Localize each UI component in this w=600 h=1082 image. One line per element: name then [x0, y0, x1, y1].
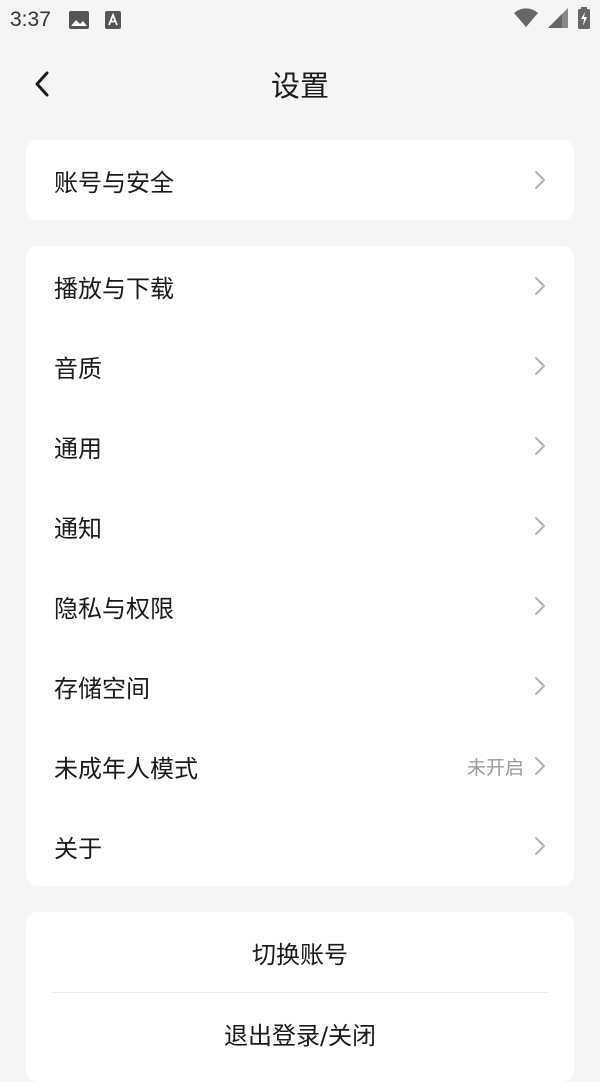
- text-a-icon: [104, 11, 121, 29]
- app-header: 设置: [0, 52, 600, 116]
- settings-card: 播放与下载 音质 通用 通知 隐私与权限 存储空间 未成年人模式 未开启 关于: [26, 246, 574, 886]
- battery-charging-icon: [578, 7, 590, 33]
- settings-item-playback-download[interactable]: 播放与下载: [26, 246, 574, 326]
- settings-item-privacy-permissions[interactable]: 隐私与权限: [26, 566, 574, 646]
- status-time: 3:37: [10, 8, 51, 31]
- wifi-icon: [514, 8, 538, 32]
- signal-icon: [548, 8, 568, 32]
- back-arrow-icon[interactable]: [24, 66, 60, 102]
- chevron-right-icon: [532, 274, 548, 298]
- settings-item-general[interactable]: 通用: [26, 406, 574, 486]
- settings-item-label: 账号与安全: [54, 168, 174, 197]
- settings-item-minor-mode[interactable]: 未成年人模式 未开启: [26, 726, 574, 806]
- chevron-right-icon: [532, 754, 548, 778]
- chevron-right-icon: [532, 168, 548, 192]
- status-bar: 3:37: [0, 0, 600, 40]
- chevron-right-icon: [532, 594, 548, 618]
- settings-item-label: 存储空间: [54, 674, 150, 703]
- settings-item-audio-quality[interactable]: 音质: [26, 326, 574, 406]
- chevron-right-icon: [532, 834, 548, 858]
- chevron-right-icon: [532, 514, 548, 538]
- settings-item-label: 关于: [54, 834, 102, 863]
- logout-button[interactable]: 退出登录/关闭: [26, 993, 574, 1073]
- settings-item-label: 隐私与权限: [54, 594, 174, 623]
- account-card: 账号与安全: [26, 140, 574, 220]
- switch-account-button[interactable]: 切换账号: [26, 912, 574, 992]
- minor-mode-status: 未开启: [466, 756, 524, 779]
- settings-item-storage[interactable]: 存储空间: [26, 646, 574, 726]
- account-actions-card: 切换账号 退出登录/关闭: [26, 912, 574, 1082]
- settings-item-label: 音质: [54, 354, 102, 383]
- settings-item-label: 通用: [54, 434, 102, 463]
- image-icon: [68, 11, 89, 29]
- page-title: 设置: [270, 69, 329, 103]
- settings-item-notifications[interactable]: 通知: [26, 486, 574, 566]
- chevron-right-icon: [532, 354, 548, 378]
- chevron-right-icon: [532, 674, 548, 698]
- chevron-right-icon: [532, 434, 548, 458]
- settings-item-label: 播放与下载: [54, 274, 174, 303]
- settings-item-account-security[interactable]: 账号与安全: [26, 140, 574, 220]
- settings-item-about[interactable]: 关于: [26, 806, 574, 886]
- settings-item-label: 通知: [54, 514, 102, 543]
- settings-item-label: 未成年人模式: [54, 754, 198, 783]
